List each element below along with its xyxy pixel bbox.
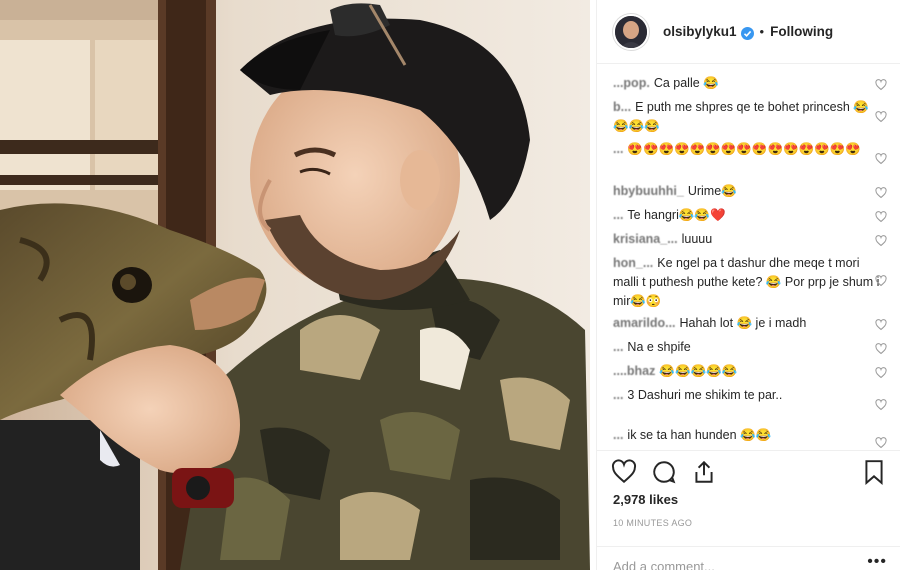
comment-like-heart-icon[interactable]: [875, 152, 887, 165]
comment-text: Ca palle 😂: [653, 76, 719, 90]
bookmark-icon[interactable]: [861, 459, 887, 485]
comment-username[interactable]: ...: [613, 142, 623, 156]
comment-item: hbybuuhhi_ Urime😂: [613, 182, 883, 201]
comment-icon[interactable]: [651, 459, 677, 485]
comment-like-heart-icon[interactable]: [875, 342, 887, 355]
add-comment-input[interactable]: Add a comment...: [613, 559, 715, 570]
add-comment-bar: Add a comment... •••: [597, 546, 900, 570]
like-count[interactable]: 2,978 likes: [613, 492, 678, 507]
avatar[interactable]: [613, 13, 649, 50]
comment-like-heart-icon[interactable]: [875, 234, 887, 247]
comment-username[interactable]: ...: [613, 388, 623, 402]
username-link[interactable]: olsibylyku1: [663, 24, 737, 39]
photo-illustration: [0, 0, 590, 570]
comment-username[interactable]: b...: [613, 100, 631, 114]
comments-list[interactable]: ...pop. Ca palle 😂 b... E puth me shpres q…: [597, 68, 900, 450]
comment-text: Na e shpife: [627, 340, 691, 354]
comment-like-heart-icon[interactable]: [875, 78, 887, 91]
comment-item: ... 3 Dashuri me shikim te par..: [613, 386, 883, 405]
share-icon[interactable]: [691, 459, 717, 485]
post-side-panel: olsibylyku1 • Following ...pop. Ca palle …: [596, 0, 900, 570]
comment-text: luuuu: [681, 232, 713, 246]
comment-item: hon_... Ke ngel pa t dashur dhe meqe t mo…: [613, 254, 883, 311]
comment-like-heart-icon[interactable]: [875, 398, 887, 411]
comment-username[interactable]: ...pop.: [613, 76, 650, 90]
comment-username[interactable]: ...: [613, 428, 623, 442]
comment-text: 😍😍😍😍😍😍😍😍😍😍😍😍😍😍😍: [627, 142, 861, 156]
comment-item: ....bhaz 😂😂😂😂😂: [613, 362, 883, 381]
separator-dot: •: [759, 24, 765, 39]
comment-item: amarildo... Hahah lot 😂 je i madh: [613, 314, 883, 333]
comment-text: Te hangri😂😂❤️: [627, 208, 726, 222]
comment-text: Hahah lot 😂 je i madh: [679, 316, 807, 330]
comment-like-heart-icon[interactable]: [875, 110, 887, 123]
heart-icon[interactable]: [611, 459, 637, 485]
comment-text: E puth me shpres qe te bohet princesh 😂😂…: [613, 100, 869, 133]
comment-text: 3 Dashuri me shikim te par..: [627, 388, 783, 402]
post-header: olsibylyku1 • Following: [597, 0, 900, 64]
comment-item: ... Na e shpife: [613, 338, 883, 357]
comment-username[interactable]: hbybuuhhi_: [613, 184, 684, 198]
comment-username[interactable]: amarildo...: [613, 316, 676, 330]
comment-like-heart-icon[interactable]: [875, 210, 887, 223]
post-timestamp[interactable]: 10 MINUTES AGO: [613, 518, 692, 528]
post-photo[interactable]: [0, 0, 590, 570]
comment-like-heart-icon[interactable]: [875, 436, 887, 449]
comment-text: Urime😂: [687, 184, 737, 198]
comment-item: ... Te hangri😂😂❤️: [613, 206, 883, 225]
verified-badge-icon: [740, 27, 754, 40]
comment-like-heart-icon[interactable]: [875, 318, 887, 331]
comment-item: ... ik se ta han hunden 😂😂: [613, 426, 883, 445]
following-button[interactable]: Following: [770, 24, 833, 39]
comment-username[interactable]: krisiana_...: [613, 232, 678, 246]
comment-username[interactable]: ...: [613, 340, 623, 354]
comment-item: ...pop. Ca palle 😂: [613, 74, 883, 93]
comment-item: ... 😍😍😍😍😍😍😍😍😍😍😍😍😍😍😍: [613, 140, 883, 159]
comment-like-heart-icon[interactable]: [875, 274, 887, 287]
comment-username[interactable]: hon_...: [613, 256, 653, 270]
comment-username[interactable]: ....bhaz: [613, 364, 655, 378]
more-options-icon[interactable]: •••: [867, 553, 887, 570]
comment-item: krisiana_... luuuu: [613, 230, 883, 249]
comment-like-heart-icon[interactable]: [875, 186, 887, 199]
comment-text: ik se ta han hunden 😂😂: [627, 428, 772, 442]
comment-item: b... E puth me shpres qe te bohet princes…: [613, 98, 883, 136]
comment-username[interactable]: ...: [613, 208, 623, 222]
post-actions-bar: [597, 450, 900, 496]
comment-text: 😂😂😂😂😂: [659, 364, 738, 378]
comment-like-heart-icon[interactable]: [875, 366, 887, 379]
